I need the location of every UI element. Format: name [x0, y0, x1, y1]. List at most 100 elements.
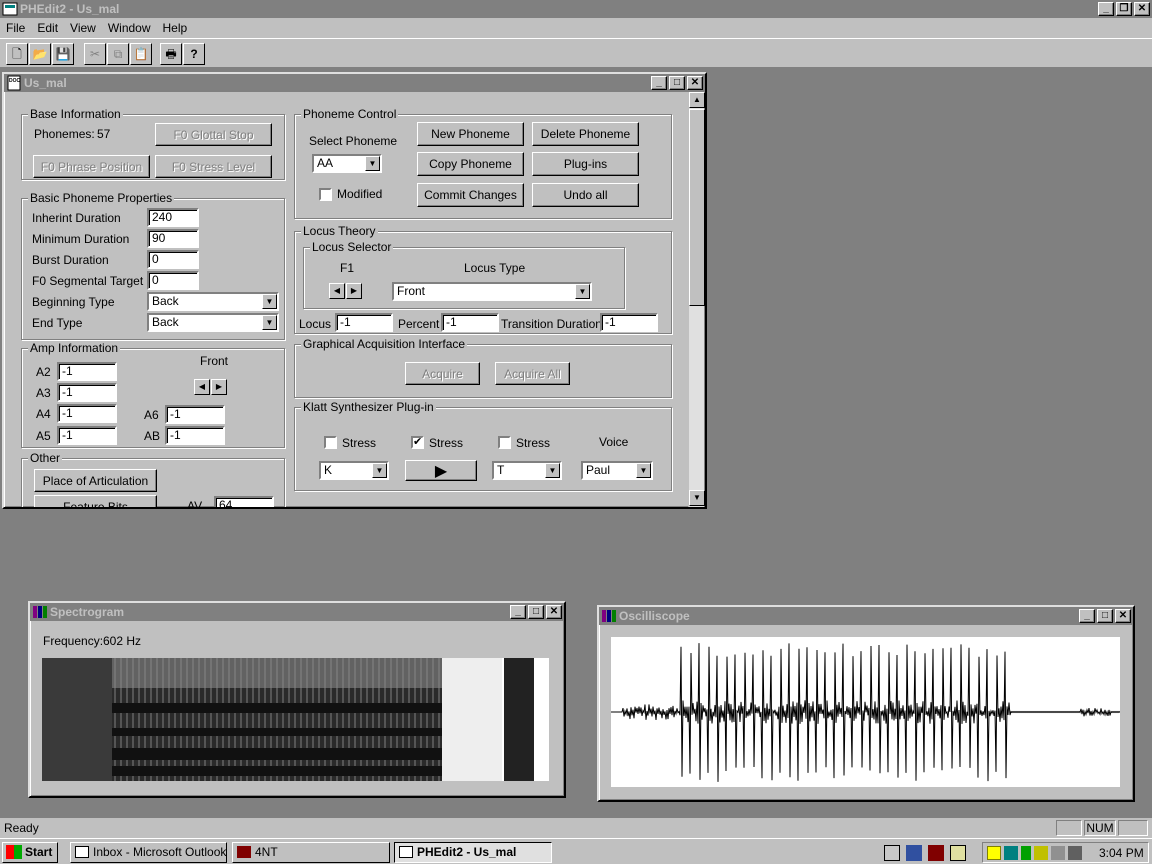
- save-icon[interactable]: 💾: [52, 43, 74, 65]
- waveform-display[interactable]: [611, 637, 1120, 787]
- locus-next-arrow-icon[interactable]: ▶: [346, 283, 362, 299]
- locus-type-select[interactable]: Front ▼: [392, 282, 592, 301]
- select-phoneme-combo[interactable]: AA ▼: [312, 154, 382, 173]
- network-icon[interactable]: [1004, 845, 1018, 860]
- chevron-down-icon[interactable]: ▼: [372, 463, 387, 478]
- open-icon[interactable]: 📂: [29, 43, 51, 65]
- app-titlebar[interactable]: PHEdit2 - Us_mal _ ❐ ✕: [0, 0, 1152, 18]
- menu-help[interactable]: Help: [163, 18, 188, 38]
- scroll-up-icon[interactable]: ▲: [689, 92, 705, 108]
- doc-titlebar[interactable]: DOC Us_mal _ □ ✕: [4, 74, 705, 92]
- chevron-down-icon[interactable]: ▼: [262, 315, 277, 330]
- klatt-combo-1[interactable]: K ▼: [319, 461, 389, 480]
- clock[interactable]: 3:04 PM: [1099, 846, 1144, 860]
- menu-window[interactable]: Window: [108, 18, 151, 38]
- minimize-button[interactable]: _: [1098, 2, 1114, 16]
- inherit-duration-field[interactable]: 240: [147, 208, 199, 227]
- tray-app-icon[interactable]: [884, 844, 900, 861]
- a3-field[interactable]: -1: [57, 383, 117, 402]
- a6-field[interactable]: -1: [165, 405, 225, 424]
- acquire-all-button[interactable]: Acquire All: [495, 362, 570, 385]
- doc-minimize-button[interactable]: _: [651, 76, 667, 90]
- chevron-down-icon[interactable]: ▼: [636, 463, 651, 478]
- stress3-checkbox[interactable]: [498, 436, 511, 449]
- tray-app-icon[interactable]: [906, 844, 922, 861]
- oscilloscope-titlebar[interactable]: Oscilliscope _ □ ✕: [599, 607, 1133, 625]
- task-outlook[interactable]: Inbox - Microsoft Outlook: [70, 842, 227, 863]
- feature-bits-button[interactable]: Feature Bits: [34, 495, 157, 507]
- a4-field[interactable]: -1: [57, 404, 117, 423]
- close-button[interactable]: ✕: [1134, 2, 1150, 16]
- start-button[interactable]: Start: [2, 842, 58, 863]
- spectrogram-maximize-button[interactable]: □: [528, 605, 544, 619]
- copy-icon[interactable]: ⧉: [107, 43, 129, 65]
- amp-prev-arrow-icon[interactable]: ◀: [194, 379, 210, 395]
- speaker-icon[interactable]: [987, 845, 1001, 860]
- delete-phoneme-button[interactable]: Delete Phoneme: [532, 122, 639, 146]
- percent-field[interactable]: -1: [441, 313, 499, 332]
- undo-all-button[interactable]: Undo all: [532, 183, 639, 207]
- tray-app-icon[interactable]: [928, 844, 944, 861]
- menu-view[interactable]: View: [70, 18, 96, 38]
- oscilloscope-close-button[interactable]: ✕: [1115, 609, 1131, 623]
- modified-checkbox[interactable]: [319, 188, 332, 201]
- a5-field[interactable]: -1: [57, 426, 117, 445]
- doc-close-button[interactable]: ✕: [687, 76, 703, 90]
- menu-file[interactable]: File: [6, 18, 25, 38]
- av-field[interactable]: 64: [214, 496, 274, 507]
- power-icon[interactable]: [1034, 845, 1048, 860]
- task-phedit2[interactable]: PHEdit2 - Us_mal: [394, 842, 552, 863]
- f0-phrase-position-button[interactable]: F0 Phrase Position: [33, 155, 150, 178]
- voice-select[interactable]: Paul ▼: [581, 461, 653, 480]
- end-type-select[interactable]: Back ▼: [147, 313, 279, 332]
- amp-next-arrow-icon[interactable]: ▶: [211, 379, 227, 395]
- locus-prev-arrow-icon[interactable]: ◀: [329, 283, 345, 299]
- spectrogram-minimize-button[interactable]: _: [510, 605, 526, 619]
- stress1-checkbox[interactable]: [324, 436, 337, 449]
- burst-duration-field[interactable]: 0: [147, 250, 199, 269]
- task-4nt[interactable]: 4NT: [232, 842, 390, 863]
- scroll-thumb[interactable]: [689, 109, 705, 306]
- minimum-duration-field[interactable]: 90: [147, 229, 199, 248]
- help-icon[interactable]: ?: [183, 43, 205, 65]
- scroll-down-icon[interactable]: ▼: [689, 490, 705, 506]
- oscilloscope-maximize-button[interactable]: □: [1097, 609, 1113, 623]
- doc-maximize-button[interactable]: □: [669, 76, 685, 90]
- plug-ins-button[interactable]: Plug-ins: [532, 152, 639, 176]
- doc-vertical-scrollbar[interactable]: ▲ ▼: [688, 92, 705, 507]
- tray-app-icon[interactable]: [950, 844, 966, 861]
- chevron-down-icon[interactable]: ▼: [575, 284, 590, 299]
- chevron-down-icon[interactable]: ▼: [365, 156, 380, 171]
- a2-field[interactable]: -1: [57, 362, 117, 381]
- restore-button[interactable]: ❐: [1116, 2, 1132, 16]
- cut-icon[interactable]: ✂: [84, 43, 106, 65]
- monitor-icon[interactable]: [1021, 845, 1031, 860]
- spectrogram-titlebar[interactable]: Spectrogram _ □ ✕: [30, 603, 564, 621]
- menu-edit[interactable]: Edit: [37, 18, 58, 38]
- f0-segmental-target-field[interactable]: 0: [147, 271, 199, 290]
- stress2-checkbox[interactable]: ✔: [411, 436, 424, 449]
- chevron-down-icon[interactable]: ▼: [262, 294, 277, 309]
- spectrogram-close-button[interactable]: ✕: [546, 605, 562, 619]
- klatt-combo-2[interactable]: T ▼: [492, 461, 562, 480]
- print-icon[interactable]: 🖶: [160, 43, 182, 65]
- acquire-button[interactable]: Acquire: [405, 362, 480, 385]
- f0-stress-level-button[interactable]: F0 Stress Level: [155, 155, 272, 178]
- locus-field[interactable]: -1: [335, 313, 393, 332]
- new-phoneme-button[interactable]: New Phoneme: [417, 122, 524, 146]
- transition-duration-field[interactable]: -1: [600, 313, 658, 332]
- disk-icon[interactable]: [1068, 845, 1082, 860]
- beginning-type-select[interactable]: Back ▼: [147, 292, 279, 311]
- spectrogram-image[interactable]: [42, 658, 549, 781]
- new-icon[interactable]: 🗋: [6, 43, 28, 65]
- ab-field[interactable]: -1: [165, 426, 225, 445]
- f0-glottal-stop-button[interactable]: F0 Glottal Stop: [155, 123, 272, 146]
- chevron-down-icon[interactable]: ▼: [545, 463, 560, 478]
- place-of-articulation-button[interactable]: Place of Articulation: [34, 469, 157, 492]
- commit-changes-button[interactable]: Commit Changes: [417, 183, 524, 207]
- printer-icon[interactable]: [1051, 845, 1065, 860]
- oscilloscope-minimize-button[interactable]: _: [1079, 609, 1095, 623]
- play-button[interactable]: ▶: [405, 460, 477, 481]
- paste-icon[interactable]: 📋: [130, 43, 152, 65]
- copy-phoneme-button[interactable]: Copy Phoneme: [417, 152, 524, 176]
